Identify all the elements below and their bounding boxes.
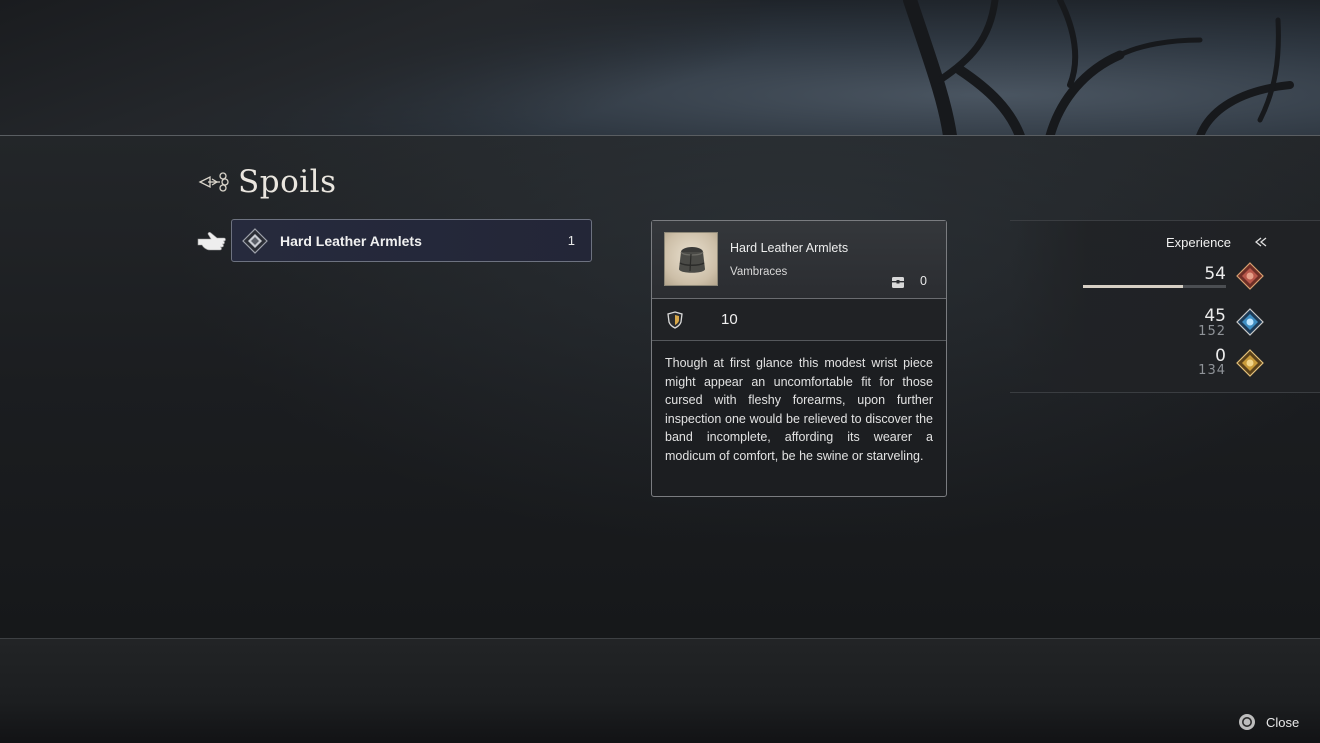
item-detail-card: Hard Leather Armlets Vambraces 0 10 Thou… xyxy=(651,220,947,497)
blue-gem-icon xyxy=(1236,308,1264,336)
background-footer xyxy=(0,639,1320,743)
pointing-hand-icon xyxy=(197,232,226,251)
ornament-icon xyxy=(198,172,229,192)
item-type: Vambraces xyxy=(730,266,788,278)
red-gem-icon xyxy=(1236,262,1264,290)
spoils-item-quantity: 1 xyxy=(567,233,575,248)
gold-gem-icon xyxy=(1236,349,1264,377)
chest-icon xyxy=(892,277,904,288)
spoils-item-name: Hard Leather Armlets xyxy=(280,232,422,249)
arrow-icon xyxy=(1255,237,1267,247)
armlet-icon xyxy=(679,247,705,273)
divider-top xyxy=(0,135,1320,136)
item-description: Though at first glance this modest wrist… xyxy=(665,356,933,463)
armor-diamond-icon xyxy=(242,227,268,254)
experience-bar-fill xyxy=(1083,285,1184,288)
page-title: Spoils xyxy=(238,164,337,200)
experience-label: Experience xyxy=(1166,235,1232,250)
circle-button-icon[interactable] xyxy=(1238,713,1256,731)
shield-icon xyxy=(667,311,683,329)
close-button-label[interactable]: Close xyxy=(1266,715,1299,730)
experience-remaining-3: 134 xyxy=(1198,363,1226,378)
screen-header: Spoils xyxy=(198,162,336,202)
item-stat-row: 10 xyxy=(652,299,946,341)
defense-value: 10 xyxy=(721,311,738,328)
item-detail-header: Hard Leather Armlets Vambraces 0 xyxy=(652,221,946,299)
background-roof xyxy=(0,0,760,136)
experience-panel xyxy=(1010,220,1320,393)
divider-bottom xyxy=(0,638,1320,639)
owned-count: 0 xyxy=(920,274,927,288)
background-tree xyxy=(903,0,1294,136)
experience-value-1: 54 xyxy=(1204,264,1226,284)
experience-remaining-2: 152 xyxy=(1198,324,1226,339)
experience-bar xyxy=(1083,285,1226,288)
item-name: Hard Leather Armlets xyxy=(730,241,849,255)
spoils-list-item[interactable]: Hard Leather Armlets 1 xyxy=(231,219,592,262)
item-thumbnail xyxy=(664,232,718,286)
experience-value-2: 45 xyxy=(1204,306,1226,326)
